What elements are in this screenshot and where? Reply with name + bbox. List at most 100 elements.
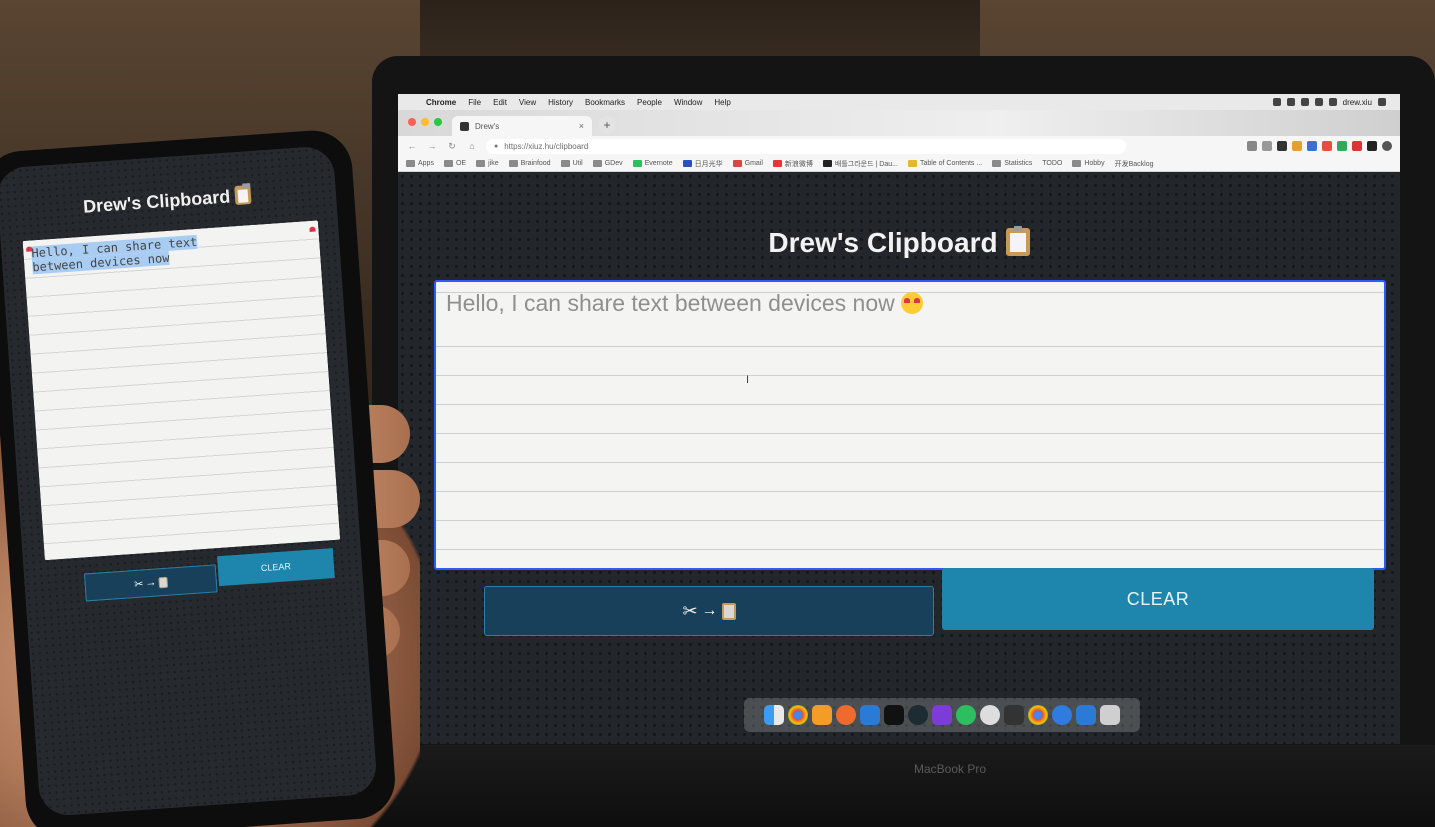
heart-eyes-emoji-icon	[900, 292, 923, 314]
phone-clear-button[interactable]: CLEAR	[217, 548, 335, 587]
menu-file[interactable]: File	[468, 98, 481, 107]
extension-icon[interactable]	[1367, 141, 1377, 151]
evernote-icon	[632, 160, 642, 167]
zoom-window-icon[interactable]	[434, 118, 442, 126]
weibo-icon	[772, 160, 782, 167]
arrow-right-icon: →	[144, 576, 157, 590]
clear-button[interactable]: CLEAR	[942, 568, 1374, 630]
phone-clipboard-textarea[interactable]: Hello, I can share text between devices …	[22, 220, 341, 561]
bookmark-item[interactable]: 日月光华	[682, 159, 723, 169]
extension-icon[interactable]	[1277, 141, 1287, 151]
bookmark-item[interactable]: 开发Backlog	[1115, 159, 1154, 169]
menu-window[interactable]: Window	[674, 98, 702, 107]
bookmark-item[interactable]: Apps	[406, 160, 434, 167]
home-icon[interactable]: ⌂	[466, 141, 478, 151]
text-cursor-icon: I	[746, 374, 750, 386]
bookmark-item[interactable]: 新浪微博	[772, 159, 813, 169]
tab-close-icon[interactable]: ×	[579, 121, 584, 131]
finder-icon[interactable]	[764, 705, 784, 725]
extension-icon[interactable]	[1322, 141, 1332, 151]
smartphone: Drew's Clipboard Hello, I can share text…	[0, 127, 398, 827]
battery-icon[interactable]	[1328, 98, 1337, 106]
extension-icon[interactable]	[1352, 141, 1362, 151]
cut-to-clipboard-button[interactable]: ✂ →	[484, 586, 934, 636]
phone-cut-to-clipboard-button[interactable]: ✂ →	[83, 564, 218, 602]
phone-screen: Drew's Clipboard Hello, I can share text…	[0, 145, 378, 818]
bookmarks-bar: Apps OE jike Brainfood Util GDev Evernot…	[398, 156, 1400, 172]
menu-bookmarks[interactable]: Bookmarks	[585, 98, 625, 107]
extension-icons	[1247, 141, 1392, 151]
arrow-right-icon: →	[701, 602, 718, 619]
xdx-icon[interactable]	[1004, 705, 1024, 725]
vscode-icon[interactable]	[860, 705, 880, 725]
spotlight-search-icon[interactable]	[1378, 98, 1386, 106]
extension-icon[interactable]	[1292, 141, 1302, 151]
bookmark-item[interactable]: Evernote	[632, 160, 673, 167]
apple-menu-icon[interactable]	[404, 97, 414, 107]
clipboard-textarea[interactable]: Hello, I can share text between devices …	[434, 280, 1386, 570]
bookmark-item[interactable]: jike	[476, 160, 499, 167]
terminal-icon[interactable]	[884, 705, 904, 725]
profile-avatar-icon[interactable]	[1382, 141, 1392, 151]
postman-icon[interactable]	[932, 705, 952, 725]
safari-icon[interactable]	[1052, 705, 1072, 725]
status-icon[interactable]	[1300, 98, 1309, 106]
browser-tab-strip: Drew's × +	[398, 110, 1400, 136]
menu-app-name[interactable]: Chrome	[426, 98, 456, 107]
bookmark-item[interactable]: Gmail	[732, 160, 763, 167]
safari-icon[interactable]	[836, 705, 856, 725]
back-icon[interactable]: ←	[406, 141, 418, 151]
menu-history[interactable]: History	[548, 98, 573, 107]
zoom-icon[interactable]	[1247, 141, 1257, 151]
folder-icon	[508, 160, 518, 167]
folder-icon	[476, 160, 486, 167]
chrome-icon[interactable]	[788, 705, 808, 725]
status-icon[interactable]	[1272, 98, 1281, 106]
wifi-icon[interactable]	[1314, 98, 1323, 106]
bookmark-item[interactable]: Hobby	[1072, 160, 1105, 167]
star-icon[interactable]	[1262, 141, 1272, 151]
clipboard-icon	[157, 576, 168, 588]
extension-icon[interactable]	[1307, 141, 1317, 151]
trash-icon[interactable]	[1100, 705, 1120, 725]
extension-icon[interactable]	[1337, 141, 1347, 151]
address-bar[interactable]: ● https://xiuz.hu/clipboard	[486, 138, 1126, 154]
bookmark-item[interactable]: 배틀그라운드 | Dau...	[822, 159, 898, 169]
reload-icon[interactable]: ↻	[446, 141, 458, 152]
menu-view[interactable]: View	[519, 98, 536, 107]
menu-people[interactable]: People	[637, 98, 662, 107]
folder-icon	[992, 160, 1002, 167]
clipboard-page: Drew's Clipboard Hello, I can share text…	[398, 172, 1400, 744]
bookmark-item[interactable]: Table of Contents ...	[907, 160, 982, 167]
site-icon	[682, 160, 692, 167]
activity-icon[interactable]	[980, 705, 1000, 725]
sublime-icon[interactable]	[812, 705, 832, 725]
menubar-username[interactable]: drew.xiu	[1343, 98, 1372, 107]
bookmark-item[interactable]: Statistics	[992, 160, 1032, 167]
folder-icon	[443, 160, 453, 167]
menu-edit[interactable]: Edit	[493, 98, 507, 107]
browser-tab[interactable]: Drew's ×	[452, 116, 592, 136]
forward-icon[interactable]: →	[426, 141, 438, 151]
bookmark-item[interactable]: Util	[560, 160, 583, 167]
menubar-status-area: drew.xiu	[1272, 98, 1400, 107]
chrome-icon[interactable]	[1028, 705, 1048, 725]
bookmark-item[interactable]: TODO	[1042, 160, 1062, 167]
clipboard-icon	[1005, 226, 1030, 256]
status-icon[interactable]	[1286, 98, 1295, 106]
gitkraken-icon[interactable]	[908, 705, 928, 725]
browser-toolbar: ← → ↻ ⌂ ● https://xiuz.hu/clipboard	[398, 136, 1400, 156]
bookmark-item[interactable]: GDev	[592, 160, 623, 167]
clipboard-icon	[234, 184, 252, 206]
bookmark-item[interactable]: OE	[443, 160, 466, 167]
close-window-icon[interactable]	[408, 118, 416, 126]
phone-page-title: Drew's Clipboard	[0, 179, 336, 224]
vscode-icon[interactable]	[1076, 705, 1096, 725]
folder-icon	[560, 160, 570, 167]
menu-help[interactable]: Help	[714, 98, 730, 107]
bookmark-item[interactable]: Brainfood	[508, 160, 551, 167]
macos-dock	[744, 698, 1140, 732]
minimize-window-icon[interactable]	[421, 118, 429, 126]
new-tab-button[interactable]: +	[598, 116, 616, 134]
evernote-icon[interactable]	[956, 705, 976, 725]
